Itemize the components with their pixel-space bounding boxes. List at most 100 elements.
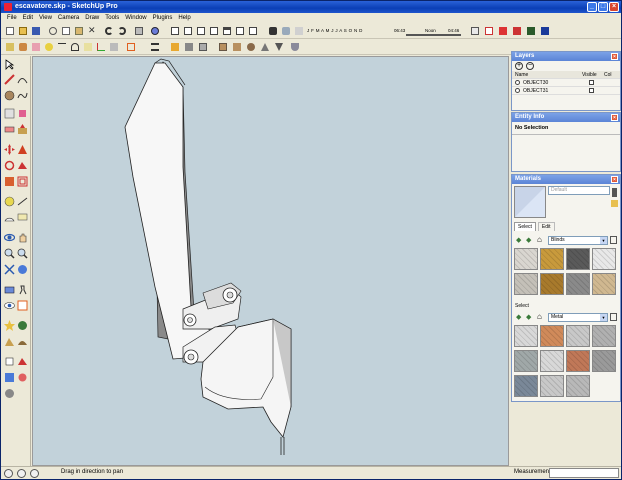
material-swatch[interactable] bbox=[592, 273, 616, 295]
details-icon[interactable] bbox=[610, 236, 617, 244]
top-view-icon[interactable] bbox=[17, 356, 28, 367]
entity-info-header[interactable]: Entity Info × bbox=[512, 113, 620, 122]
walk-icon[interactable] bbox=[17, 284, 28, 295]
forward-arrow-icon[interactable]: ◆ bbox=[526, 236, 531, 244]
home-icon[interactable]: ⌂ bbox=[537, 236, 542, 244]
offset-icon[interactable] bbox=[17, 176, 28, 187]
menu-file[interactable]: File bbox=[4, 13, 20, 23]
layer-visible-checkbox[interactable] bbox=[589, 80, 594, 85]
add-layer-icon[interactable]: + bbox=[515, 62, 523, 70]
rotate-icon[interactable] bbox=[4, 160, 15, 171]
tape-icon[interactable] bbox=[4, 196, 15, 207]
eyedropper-icon[interactable] bbox=[612, 188, 617, 197]
material-name-field[interactable]: Default bbox=[548, 186, 610, 195]
circle-icon[interactable] bbox=[245, 41, 257, 53]
material-swatch[interactable] bbox=[540, 350, 564, 372]
close-button[interactable]: × bbox=[609, 2, 619, 12]
zoom-window-icon[interactable] bbox=[17, 248, 28, 259]
axes-icon[interactable] bbox=[95, 41, 107, 53]
text-tool-icon[interactable] bbox=[82, 41, 94, 53]
text-label-icon[interactable] bbox=[17, 212, 28, 223]
maximize-button[interactable]: □ bbox=[598, 2, 608, 12]
dimension-icon[interactable] bbox=[56, 41, 68, 53]
entity-info-close-icon[interactable]: × bbox=[611, 114, 618, 121]
line-pencil-icon[interactable] bbox=[4, 74, 15, 85]
smoove-icon[interactable] bbox=[17, 336, 28, 347]
eraser-tool-icon[interactable] bbox=[4, 124, 15, 135]
menu-help[interactable]: Help bbox=[175, 13, 193, 23]
material-swatch[interactable] bbox=[514, 375, 538, 397]
protractor-tool-icon[interactable] bbox=[4, 212, 15, 223]
material-swatch[interactable] bbox=[566, 325, 590, 347]
model-info-tool-icon[interactable] bbox=[4, 320, 15, 331]
views-home-icon[interactable] bbox=[221, 25, 233, 37]
scale-icon[interactable] bbox=[4, 176, 15, 187]
menu-camera[interactable]: Camera bbox=[55, 13, 82, 23]
shadow-months[interactable]: J F M A M J J A S O N D bbox=[307, 28, 363, 33]
arc-icon[interactable] bbox=[17, 74, 28, 85]
triangle-icon[interactable] bbox=[259, 41, 271, 53]
3d-text-icon[interactable] bbox=[108, 41, 120, 53]
material-swatch[interactable] bbox=[514, 273, 538, 295]
active-layer-radio[interactable] bbox=[515, 80, 520, 85]
new-file-icon[interactable] bbox=[4, 25, 16, 37]
views-top-icon[interactable] bbox=[182, 25, 194, 37]
back-view-icon[interactable] bbox=[4, 388, 15, 399]
paint-bucket-icon[interactable] bbox=[17, 41, 29, 53]
style-hidden-line-icon[interactable] bbox=[497, 25, 509, 37]
help-icon[interactable] bbox=[30, 469, 39, 478]
cut-icon[interactable] bbox=[47, 25, 59, 37]
look-around-icon[interactable] bbox=[4, 300, 15, 311]
rectangle-icon[interactable] bbox=[217, 41, 229, 53]
cube-icon[interactable] bbox=[169, 41, 181, 53]
position-camera-icon[interactable] bbox=[4, 284, 15, 295]
views-iso-icon[interactable] bbox=[169, 25, 181, 37]
create-material-icon[interactable] bbox=[611, 200, 618, 207]
column-color[interactable]: Col bbox=[604, 72, 612, 78]
active-layer-radio[interactable] bbox=[515, 88, 520, 93]
shadow-settings-icon[interactable] bbox=[267, 25, 279, 37]
tab-select[interactable]: Select bbox=[514, 222, 536, 231]
material-swatch[interactable] bbox=[540, 273, 564, 295]
back-arrow-icon[interactable]: ◆ bbox=[516, 313, 521, 321]
move-icon[interactable] bbox=[4, 144, 15, 155]
make-component-icon[interactable] bbox=[4, 41, 16, 53]
layer-row[interactable]: OBJECT31 bbox=[512, 87, 620, 95]
remove-layer-icon[interactable]: − bbox=[526, 62, 534, 70]
style-monochrome-icon[interactable] bbox=[539, 25, 551, 37]
style-textured-icon[interactable] bbox=[525, 25, 537, 37]
menu-plugins[interactable]: Plugins bbox=[150, 13, 176, 23]
column-name[interactable]: Name bbox=[515, 72, 528, 78]
redo-icon[interactable] bbox=[116, 25, 128, 37]
swap-icon[interactable] bbox=[149, 41, 161, 53]
material-swatch[interactable] bbox=[592, 350, 616, 372]
materials-header[interactable]: Materials × bbox=[512, 175, 620, 184]
views-front-icon[interactable] bbox=[195, 25, 207, 37]
minimize-button[interactable]: _ bbox=[587, 2, 597, 12]
front-view-icon[interactable] bbox=[4, 372, 15, 383]
open-file-icon[interactable] bbox=[17, 25, 29, 37]
forward-arrow-icon[interactable]: ◆ bbox=[526, 313, 531, 321]
previous-view-icon[interactable] bbox=[17, 264, 28, 275]
zoom-extents-icon[interactable] bbox=[4, 264, 15, 275]
section-tool-icon[interactable] bbox=[17, 300, 28, 311]
undo-icon[interactable] bbox=[103, 25, 115, 37]
geolocation-icon[interactable] bbox=[17, 320, 28, 331]
pie-icon[interactable] bbox=[273, 41, 285, 53]
materials-close-icon[interactable]: × bbox=[611, 176, 618, 183]
tape-measure-icon[interactable] bbox=[43, 41, 55, 53]
3d-viewport[interactable] bbox=[32, 56, 509, 466]
eraser-icon[interactable] bbox=[30, 41, 42, 53]
layers-header[interactable]: Layers × bbox=[512, 52, 620, 61]
layers-close-icon[interactable]: × bbox=[611, 53, 618, 60]
column-visible[interactable]: Visible bbox=[582, 72, 597, 78]
display-shadows-icon[interactable] bbox=[280, 25, 292, 37]
polygon-icon[interactable] bbox=[231, 41, 243, 53]
library-dropdown-2[interactable]: Metal ▼ bbox=[548, 313, 608, 322]
layer-row[interactable]: OBJECT30 bbox=[512, 79, 620, 87]
freehand-icon[interactable] bbox=[17, 90, 28, 101]
display-fog-icon[interactable] bbox=[293, 25, 305, 37]
shadow-time-slider[interactable] bbox=[406, 34, 461, 36]
material-swatch[interactable] bbox=[566, 248, 590, 270]
material-swatch[interactable] bbox=[540, 325, 564, 347]
